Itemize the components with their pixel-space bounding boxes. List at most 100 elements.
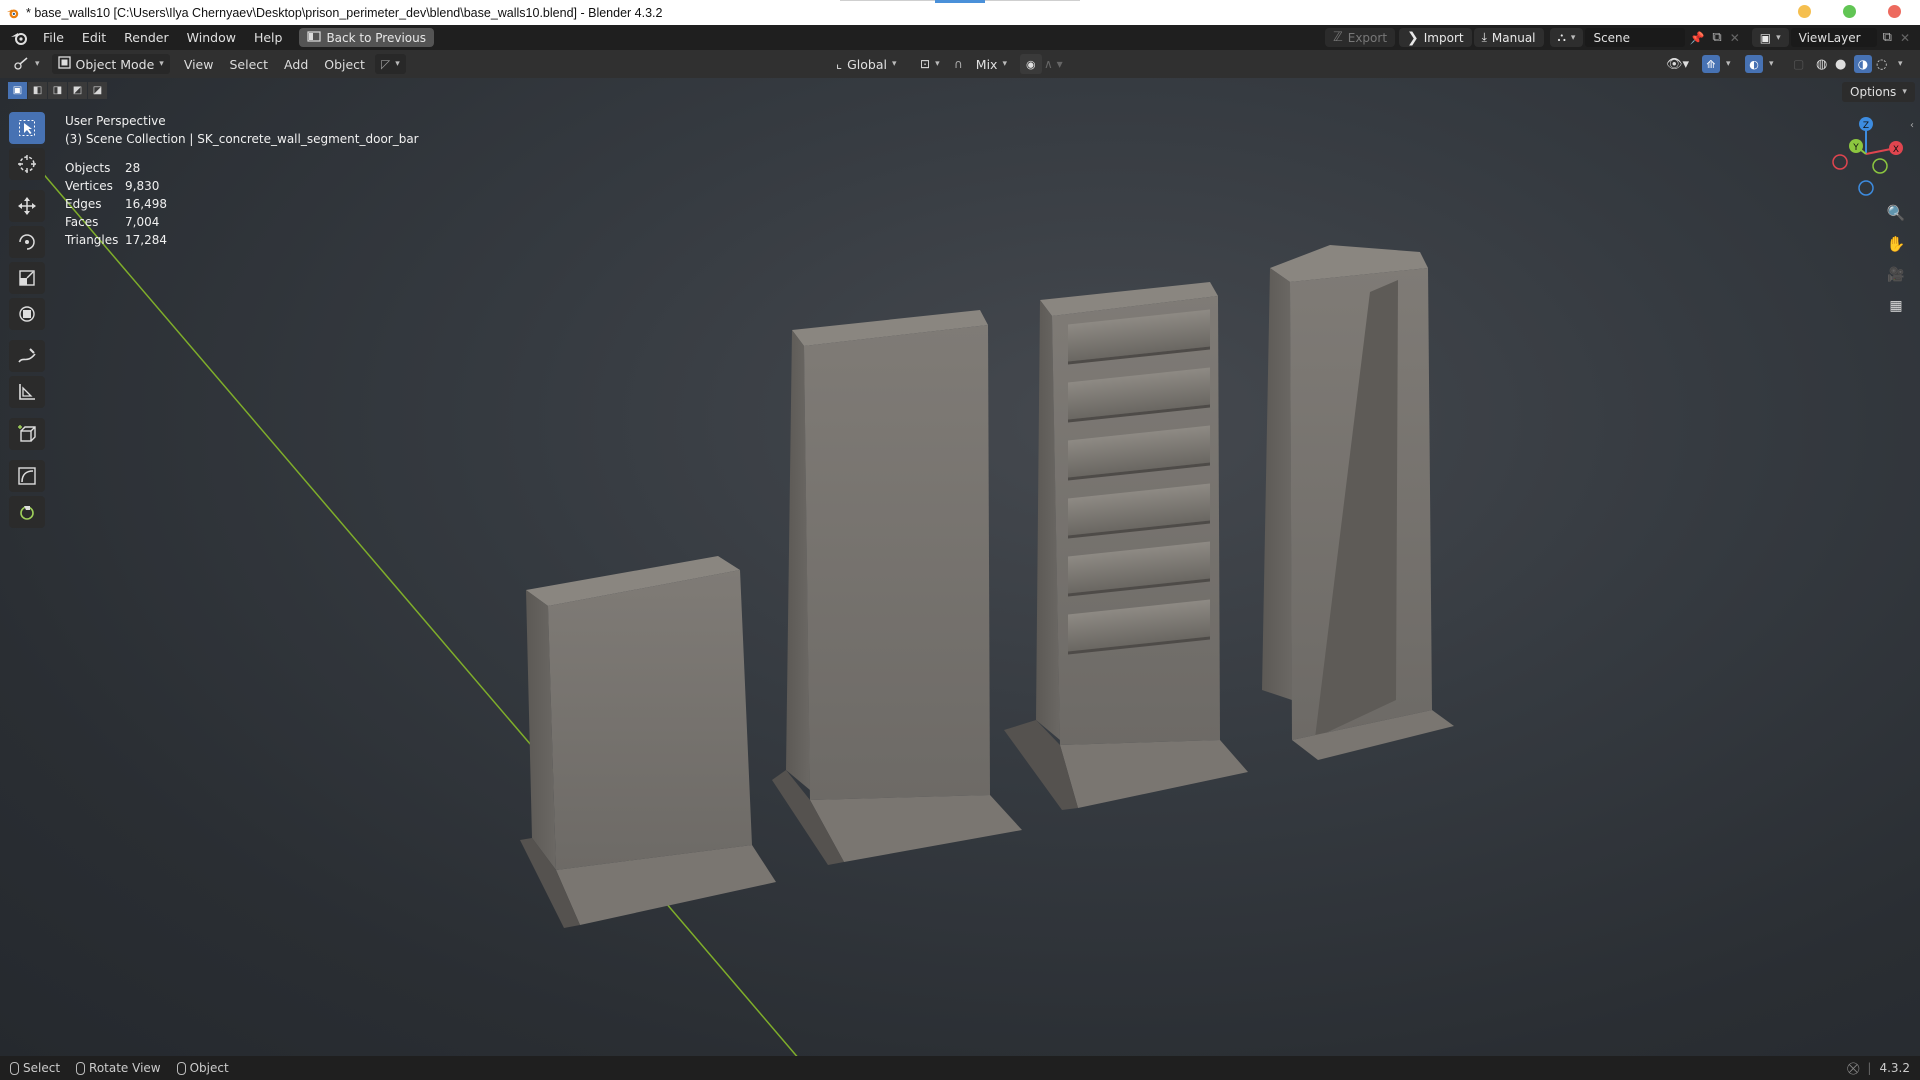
pin-icon[interactable]: 📌 (1689, 31, 1704, 45)
select-subtract-mode[interactable]: ◨ (48, 82, 67, 99)
gizmo-toggle[interactable]: ⟰ (1702, 55, 1720, 73)
stat-row: Edges 16,498 (65, 197, 167, 215)
title-accent (935, 0, 985, 3)
blender-logo-icon (6, 9, 19, 18)
view-layer-name: ViewLayer (1798, 30, 1861, 45)
stat-label: Edges (65, 197, 102, 211)
editor-type-selector[interactable]: ▾ (8, 54, 46, 74)
options-button[interactable]: Options ▾ (1842, 82, 1915, 102)
proportional-editing-toggle[interactable]: ◉ (1020, 54, 1042, 74)
chevron-down-icon[interactable]: ▾ (1726, 59, 1731, 69)
perspective-toggle-button[interactable]: ▦ (1883, 293, 1909, 319)
material-shading-toggle[interactable]: ◑ (1854, 55, 1872, 73)
chevron-down-icon[interactable]: ▾ (1898, 59, 1903, 69)
snap-selector[interactable]: ∩ Mix ▾ (948, 54, 1013, 74)
maximize-button[interactable] (1843, 5, 1856, 18)
solid-shading-icon[interactable]: ● (1835, 57, 1846, 72)
material-shading-icon: ◑ (1857, 57, 1869, 71)
manual-button[interactable]: ⤓ Manual (1473, 28, 1544, 47)
menu-help[interactable]: Help (245, 25, 292, 50)
export-icon: ℤ (1333, 30, 1343, 45)
select-new-mode[interactable]: ▣ (8, 82, 27, 99)
top-menu-bar: File Edit Render Window Help Back to Pre… (0, 25, 1920, 50)
header-menu-add[interactable]: Add (276, 57, 316, 72)
select-extend-mode[interactable]: ◧ (28, 82, 47, 99)
select-invert-mode[interactable]: ◩ (68, 82, 87, 99)
bend-icon (18, 467, 36, 485)
scale-icon (19, 270, 35, 286)
minimize-button[interactable] (1798, 5, 1811, 18)
menu-render[interactable]: Render (115, 25, 178, 50)
pivot-point-selector[interactable]: ⊡ ▾ (914, 54, 946, 74)
chevron-right-icon: ❯ (1407, 29, 1419, 46)
cursor-tool[interactable] (9, 148, 45, 180)
transform-tool[interactable] (9, 298, 45, 330)
mode-selector[interactable]: Object Mode ▾ (51, 54, 170, 74)
new-scene-icon[interactable]: ⧉ (1712, 30, 1721, 45)
move-tool[interactable] (9, 190, 45, 222)
zoom-button[interactable]: 🔍 (1883, 200, 1909, 226)
pan-button[interactable]: ✋ (1883, 231, 1909, 257)
back-to-previous-button[interactable]: Back to Previous (299, 28, 434, 47)
view-layer-field[interactable]: ViewLayer (1790, 28, 1877, 47)
new-view-layer-icon[interactable]: ⧉ (1883, 30, 1892, 45)
chevron-down-icon: ▾ (1570, 32, 1576, 43)
overlays-toggle[interactable]: ◐ (1745, 55, 1763, 73)
header-menu-object[interactable]: Object (316, 57, 373, 72)
chevron-down-icon: ▾ (1902, 87, 1907, 97)
select-box-tool[interactable] (9, 112, 45, 144)
menu-window[interactable]: Window (178, 25, 245, 50)
addon-tool[interactable] (9, 496, 45, 528)
import-button[interactable]: ❯ Import (1399, 28, 1472, 47)
camera-icon: 🎥 (1887, 267, 1905, 283)
wall-segment-channel (1262, 245, 1454, 760)
sidebar-toggle-icon[interactable]: ‹ (1910, 120, 1914, 131)
falloff-icon[interactable]: ∧ ▾ (1044, 57, 1063, 71)
header-menu-select[interactable]: Select (221, 57, 276, 72)
delete-scene-icon[interactable]: ✕ (1730, 31, 1740, 45)
stat-row: Objects 28 (65, 161, 167, 179)
select-intersect-icon: ◪ (92, 85, 103, 96)
select-extend-icon: ◧ (32, 85, 43, 96)
status-rotate-label: Rotate View (89, 1061, 161, 1075)
xray-icon[interactable]: ▢ (1793, 57, 1804, 71)
stat-label: Objects (65, 161, 111, 175)
3d-viewport[interactable] (0, 78, 1920, 1056)
camera-view-button[interactable]: 🎥 (1883, 262, 1909, 288)
chevron-down-icon: ▾ (891, 59, 897, 69)
wireframe-shading-icon[interactable]: ◍ (1816, 57, 1827, 72)
wall-segment-tall (772, 310, 1022, 865)
annotate-tool[interactable] (9, 340, 45, 372)
select-intersect-mode[interactable]: ◪ (88, 82, 107, 99)
header-menu-view[interactable]: View (176, 57, 222, 72)
add-cube-tool[interactable] (9, 418, 45, 450)
object-type-visibility[interactable]: ◸ ▾ (374, 54, 406, 74)
scene-field[interactable]: Scene (1585, 28, 1686, 47)
visibility-icon[interactable]: 👁▾ (1666, 57, 1689, 72)
stat-row: Triangles 17,284 (65, 233, 167, 251)
menu-file[interactable]: File (34, 25, 73, 50)
blender-menu-icon[interactable] (8, 29, 30, 47)
transform-orientation-selector[interactable]: ⌞ Global ▾ (830, 54, 903, 74)
status-right: ⛒ | 4.3.2 (1847, 1061, 1910, 1076)
rendered-shading-icon[interactable]: ◌ (1876, 57, 1887, 72)
scale-tool[interactable] (9, 262, 45, 294)
mode-label: Object Mode (75, 56, 155, 72)
close-button[interactable] (1888, 5, 1901, 18)
stat-label: Vertices (65, 179, 113, 193)
measure-tool[interactable] (9, 376, 45, 408)
navigation-gizmo[interactable]: Z X Y (1826, 112, 1906, 202)
chevron-down-icon[interactable]: ▾ (1769, 59, 1774, 69)
bend-tool[interactable] (9, 460, 45, 492)
viewport-editor-icon (14, 56, 30, 73)
view-layer-selector[interactable]: ▣ ▾ (1751, 28, 1789, 47)
status-bar: Select Rotate View Object ⛒ | 4.3.2 (0, 1056, 1920, 1080)
menu-edit[interactable]: Edit (73, 25, 115, 50)
orientation-label: Global (847, 56, 887, 72)
scene-selector[interactable]: ⛬ ▾ (1549, 28, 1584, 47)
object-mode-icon (57, 56, 71, 72)
delete-view-layer-icon[interactable]: ✕ (1900, 31, 1910, 45)
rotate-tool[interactable] (9, 226, 45, 258)
export-button[interactable]: ℤ Export (1325, 28, 1396, 47)
manual-label: Manual (1491, 30, 1536, 45)
